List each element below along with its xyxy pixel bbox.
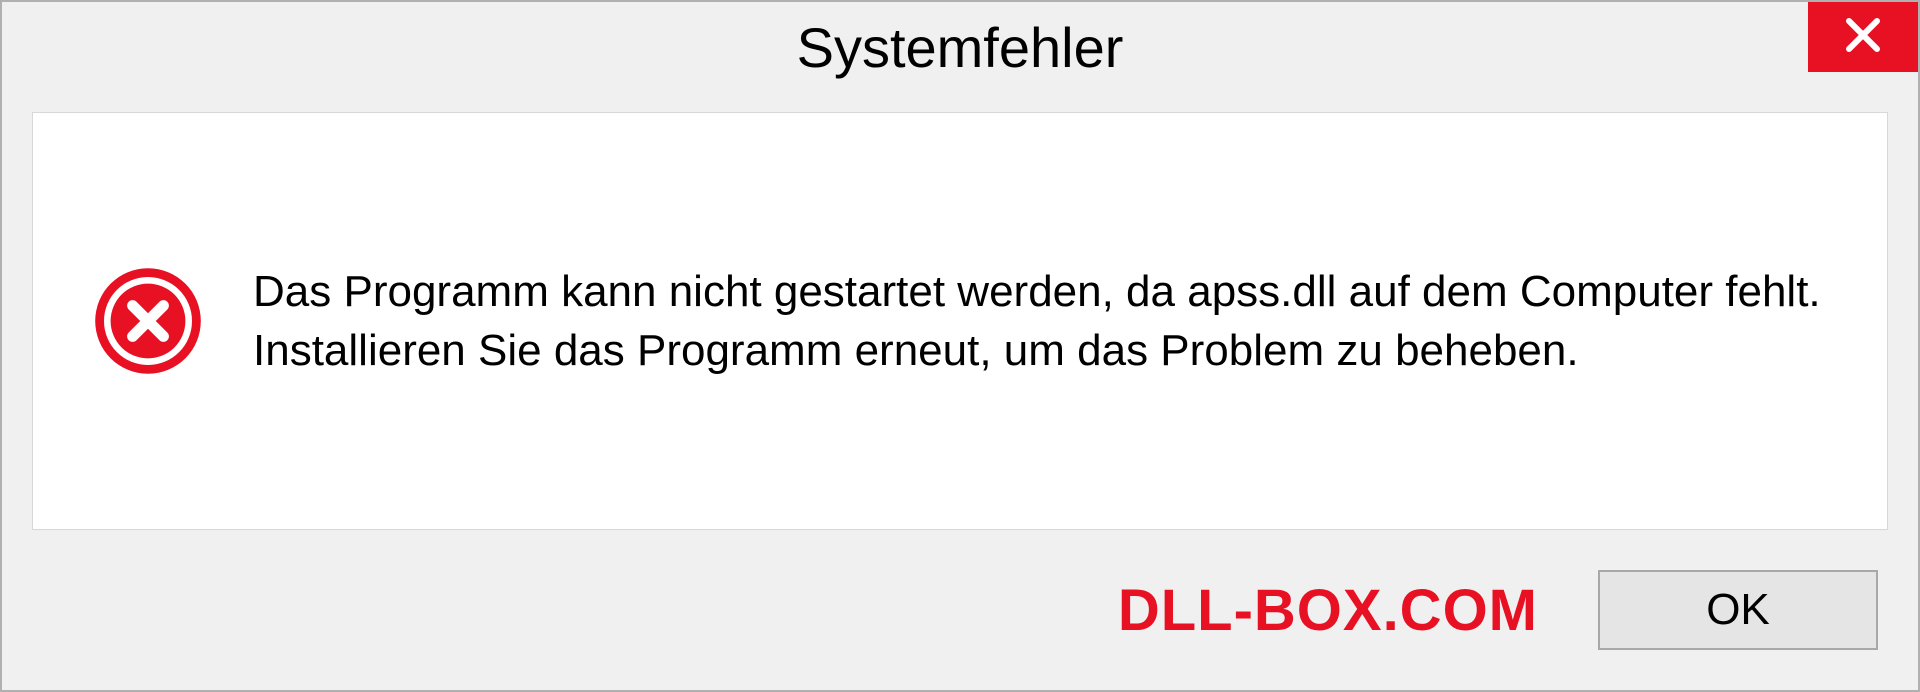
close-button[interactable] <box>1808 2 1918 72</box>
watermark-text: DLL-BOX.COM <box>1118 577 1538 644</box>
error-dialog: Systemfehler Das Programm kann nicht ges… <box>0 0 1920 692</box>
dialog-title: Systemfehler <box>797 15 1124 80</box>
content-panel: Das Programm kann nicht gestartet werden… <box>32 112 1888 530</box>
close-icon <box>1843 15 1883 60</box>
ok-button[interactable]: OK <box>1598 570 1878 650</box>
dialog-footer: DLL-BOX.COM OK <box>2 530 1918 690</box>
error-message: Das Programm kann nicht gestartet werden… <box>253 262 1827 381</box>
titlebar: Systemfehler <box>2 2 1918 92</box>
error-icon <box>93 266 203 376</box>
